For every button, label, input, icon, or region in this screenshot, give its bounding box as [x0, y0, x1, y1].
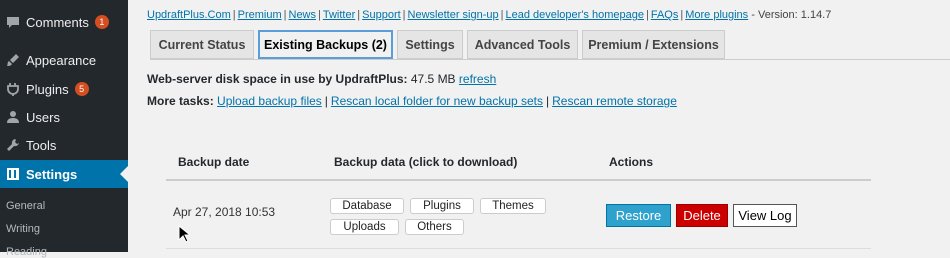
version-text: - Version: 1.14.7 — [751, 9, 832, 21]
sidebar-item-label: Appearance — [26, 52, 97, 68]
sidebar-item-users[interactable]: Users — [0, 103, 128, 131]
tab-advanced-tools[interactable]: Advanced Tools — [467, 30, 578, 59]
table-header-divider — [166, 179, 871, 181]
sidebar-item-settings[interactable]: Settings — [0, 160, 128, 188]
plugin-icon — [6, 82, 20, 96]
tab-divider — [150, 59, 950, 60]
download-database-button[interactable]: Database — [330, 198, 404, 214]
restore-button[interactable]: Restore — [606, 204, 671, 227]
backup-date: Apr 27, 2018 10:53 — [173, 205, 276, 219]
tab-premium-extensions[interactable]: Premium / Extensions — [582, 30, 725, 59]
paintbrush-icon — [6, 53, 20, 67]
users-icon — [6, 110, 20, 124]
mouse-cursor-icon — [178, 224, 192, 248]
plugins-count-badge: 5 — [74, 82, 89, 96]
sidebar-item-label: Users — [26, 109, 60, 125]
link-more-plugins[interactable]: More plugins — [685, 9, 748, 21]
tab-existing-backups[interactable]: Existing Backups (2) — [258, 30, 393, 59]
link-faqs[interactable]: FAQs — [651, 9, 679, 21]
link-lead-developer[interactable]: Lead developer's homepage — [505, 9, 643, 21]
header-backup-date: Backup date — [178, 155, 250, 169]
more-tasks-line: More tasks: Upload backup files | Rescan l… — [147, 94, 677, 108]
submenu-writing[interactable]: Writing — [6, 223, 40, 235]
link-updraftplus-com[interactable]: UpdraftPlus.Com — [147, 9, 231, 21]
settings-icon — [6, 167, 20, 181]
upload-backup-files-link[interactable]: Upload backup files — [217, 94, 322, 108]
tab-settings[interactable]: Settings — [397, 30, 463, 59]
refresh-link[interactable]: refresh — [459, 72, 496, 86]
tab-current-status[interactable]: Current Status — [150, 30, 254, 59]
comment-icon — [6, 15, 20, 29]
delete-button[interactable]: Delete — [676, 204, 728, 227]
download-themes-button[interactable]: Themes — [480, 198, 546, 214]
rescan-local-folder-link[interactable]: Rescan local folder for new backup sets — [331, 94, 543, 108]
top-links-bar: UpdraftPlus.Com | Premium | News | Twitter | Sup… — [147, 9, 832, 21]
comments-count-badge: 1 — [94, 15, 109, 29]
download-others-button[interactable]: Others — [405, 219, 464, 235]
sidebar-item-label: Comments — [26, 14, 89, 30]
link-newsletter[interactable]: Newsletter sign-up — [408, 9, 499, 21]
header-actions: Actions — [609, 155, 654, 169]
sidebar-item-tools[interactable]: Tools — [0, 131, 128, 159]
link-support[interactable]: Support — [362, 9, 401, 21]
sidebar-item-plugins[interactable]: Plugins 5 — [0, 75, 128, 103]
disk-usage-value: 47.5 MB — [410, 72, 456, 86]
admin-sidebar: Comments 1 Appearance Plugins 5 Users To… — [0, 0, 128, 258]
view-log-button[interactable]: View Log — [733, 204, 797, 227]
table-row-divider — [166, 248, 871, 249]
more-tasks-label: More tasks: — [147, 94, 214, 108]
submenu-general[interactable]: General — [6, 200, 45, 212]
sidebar-item-appearance[interactable]: Appearance — [0, 46, 128, 74]
header-backup-data: Backup data (click to download) — [334, 155, 518, 169]
link-twitter[interactable]: Twitter — [323, 9, 355, 21]
rescan-remote-storage-link[interactable]: Rescan remote storage — [552, 94, 677, 108]
sidebar-item-label: Settings — [26, 166, 78, 182]
disk-usage-label: Web-server disk space in use by UpdraftP… — [147, 72, 408, 86]
sidebar-item-label: Plugins — [26, 81, 69, 97]
download-plugins-button[interactable]: Plugins — [410, 198, 474, 214]
link-premium[interactable]: Premium — [238, 9, 282, 21]
submenu-reading[interactable]: Reading — [6, 246, 47, 258]
download-uploads-button[interactable]: Uploads — [330, 219, 399, 235]
sidebar-item-label: Tools — [26, 137, 57, 153]
disk-usage-line: Web-server disk space in use by UpdraftP… — [147, 72, 496, 86]
link-news[interactable]: News — [289, 9, 317, 21]
sidebar-item-comments[interactable]: Comments 1 — [0, 8, 128, 36]
wrench-icon — [6, 138, 20, 152]
